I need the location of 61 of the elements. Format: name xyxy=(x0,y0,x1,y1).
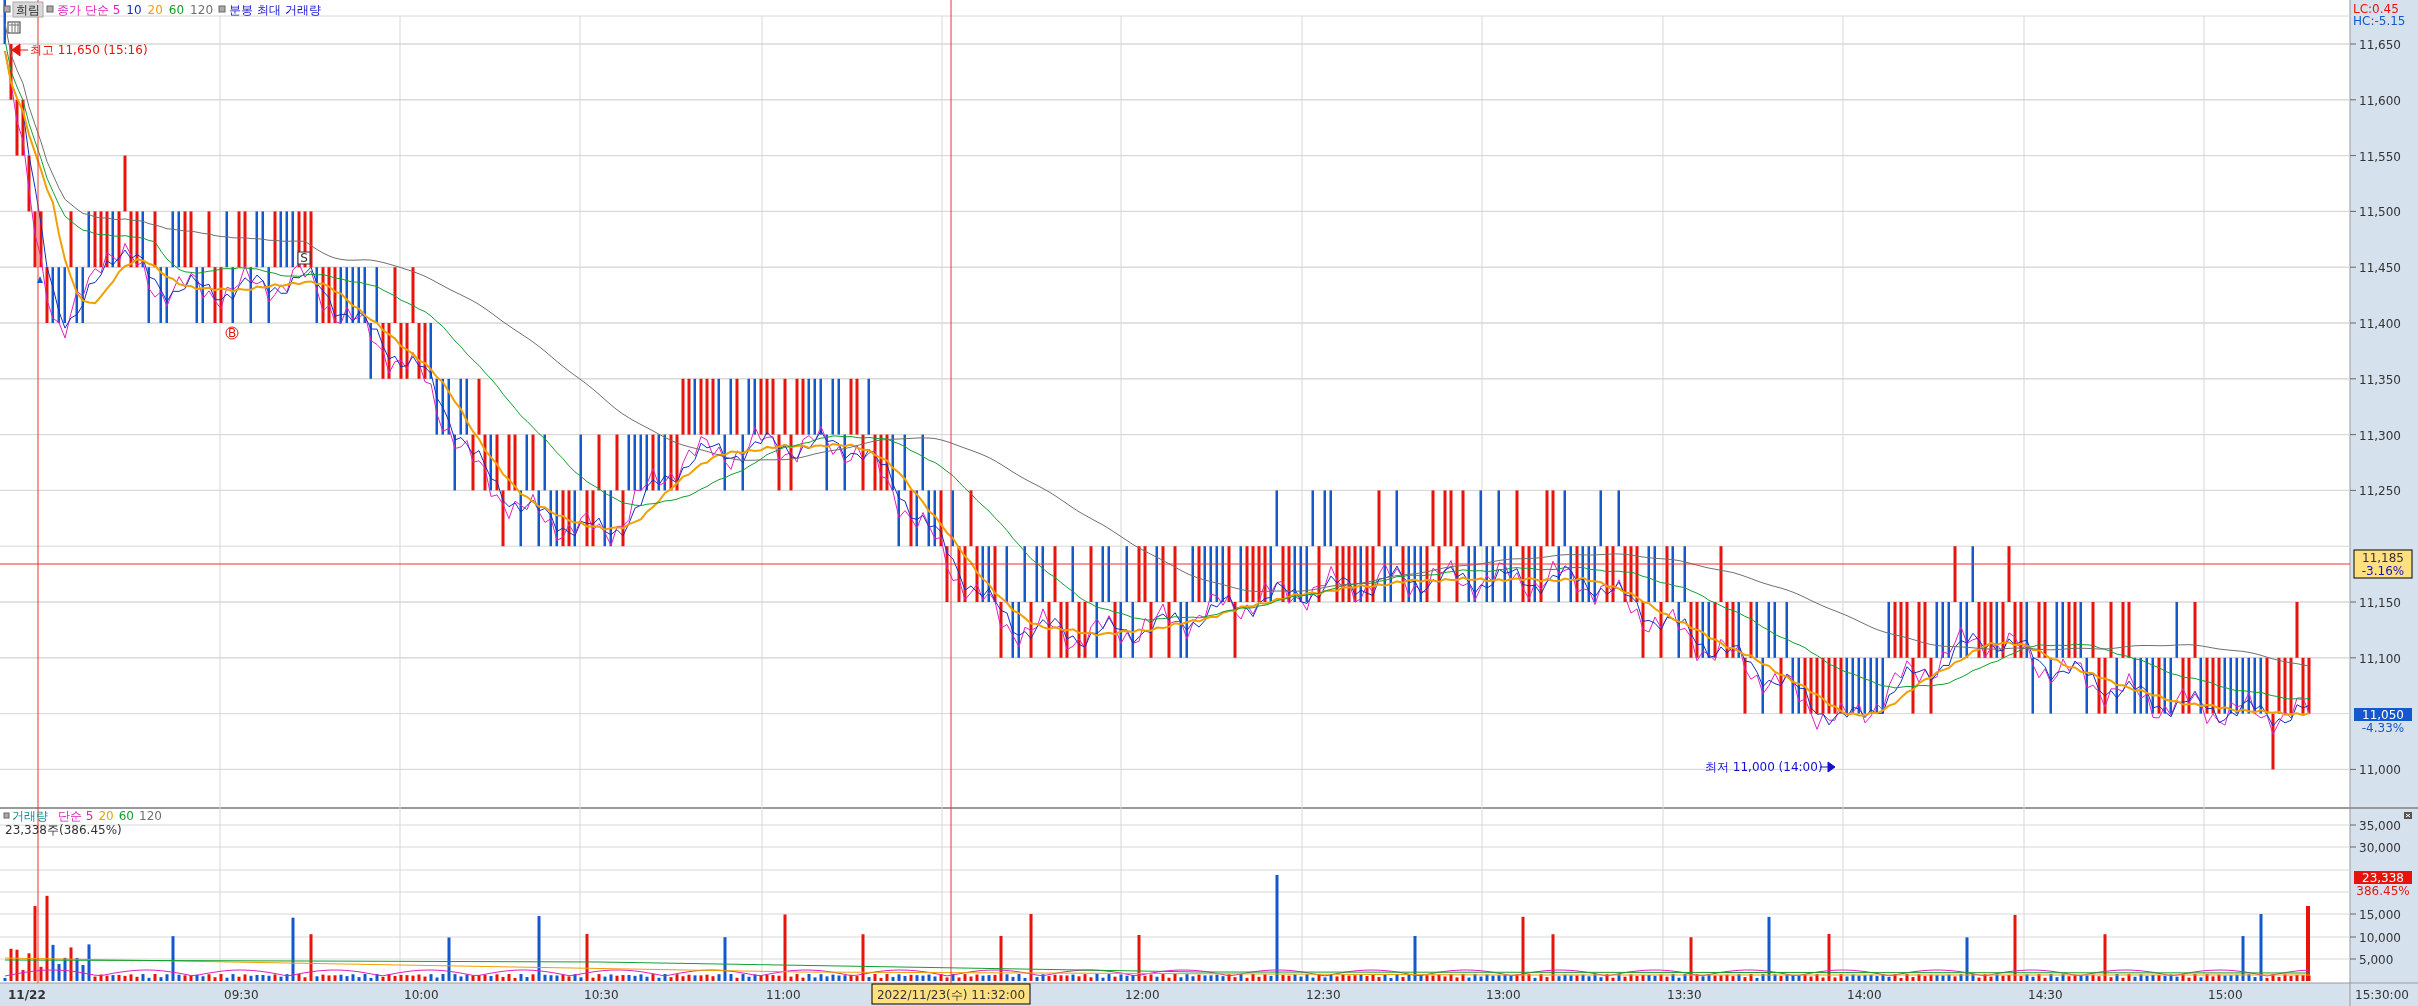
price-tick-label: 11,150 xyxy=(2359,596,2401,610)
volume-tick-label: 30,000 xyxy=(2359,841,2401,855)
time-label: 09:30 xyxy=(224,988,259,1002)
price-tick-label: 11,550 xyxy=(2359,149,2401,164)
legend-label: 20 xyxy=(98,809,114,823)
time-label: 10:00 xyxy=(404,988,439,1002)
hc-reading: HC:-5.15 xyxy=(2353,14,2406,28)
time-label: 12:30 xyxy=(1306,988,1341,1002)
crosshair-price-badge: 11,185 -3.16% xyxy=(2353,549,2413,579)
legend-label: 60 xyxy=(168,3,185,17)
legend-label: 종가 단순 5 xyxy=(57,3,121,17)
time-label: 14:00 xyxy=(1847,988,1882,1002)
change-reading: -4.33% xyxy=(2361,721,2405,735)
price-tick-label: 11,350 xyxy=(2359,372,2401,387)
price-tick-label: 11,400 xyxy=(2359,317,2401,331)
volume-tick-label: 15,000 xyxy=(2359,908,2401,922)
time-label: 14:30 xyxy=(2028,988,2063,1002)
price-tick-label: 11,250 xyxy=(2359,484,2401,499)
price-tick-label: 11,500 xyxy=(2359,205,2401,220)
legend-label: 120 xyxy=(190,3,213,17)
lc-reading: LC:0.45 xyxy=(2353,2,2399,16)
low-price-label: 최저 11,000 (14:00) xyxy=(1705,760,1823,774)
time-label: 15:00 xyxy=(2208,988,2243,1002)
square-icon xyxy=(46,5,54,13)
legend-label: 60 xyxy=(118,809,134,823)
last-price-badge: 11,050 xyxy=(2354,708,2412,722)
change-reading: 386.45% xyxy=(2356,884,2410,898)
price-tick-label: 11,000 xyxy=(2359,763,2401,778)
volume-badge: 23,338 xyxy=(2354,871,2412,885)
time-label: 10:30 xyxy=(584,988,619,1002)
time-label: 11/22 xyxy=(8,988,46,1002)
sell-signal-marker: S xyxy=(297,251,311,265)
table-icon[interactable] xyxy=(7,21,21,34)
legend-label: 10 xyxy=(126,3,142,17)
high-price-label: 최고 11,650 (15:16) xyxy=(30,43,148,57)
legend-label: 단순 5 xyxy=(58,809,94,823)
buy-signal-marker: B xyxy=(225,326,239,340)
price-tick-label: 11,300 xyxy=(2359,428,2401,443)
time-label: 15:30:00 xyxy=(2355,988,2409,1002)
price-tick-label: 11,100 xyxy=(2359,651,2401,666)
legend-label: 분봉 최대 거래량 xyxy=(229,3,321,17)
volume-tick-label: 35,000 xyxy=(2359,819,2401,833)
price-tick-label: 11,600 xyxy=(2359,93,2401,108)
time-label: 13:00 xyxy=(1486,988,1521,1002)
volume-tick-label: 10,000 xyxy=(2359,931,2401,945)
square-icon xyxy=(218,5,226,13)
price-tick-label: 11,650 xyxy=(2359,38,2401,52)
time-label: 11:00 xyxy=(766,988,801,1002)
stock-name-button[interactable]: 희림 xyxy=(12,1,44,18)
legend-label: 20 xyxy=(147,3,163,17)
legend-label: 거래량 xyxy=(12,809,48,823)
time-label: 12:00 xyxy=(1125,988,1160,1002)
volume-tick-label: 5,000 xyxy=(2359,953,2394,967)
square-icon xyxy=(3,5,11,13)
time-label: 13:30 xyxy=(1667,988,1702,1002)
crosshair-time-badge: 2022/11/23(수) 11:32:00 xyxy=(871,983,1031,1005)
volume-reading: 23,338주(386.45%) xyxy=(5,823,122,837)
high-marker-icon xyxy=(11,43,29,57)
close-icon[interactable] xyxy=(2404,812,2412,819)
legend-label: 120 xyxy=(139,809,162,823)
price-tick-label: 11,450 xyxy=(2359,261,2401,276)
